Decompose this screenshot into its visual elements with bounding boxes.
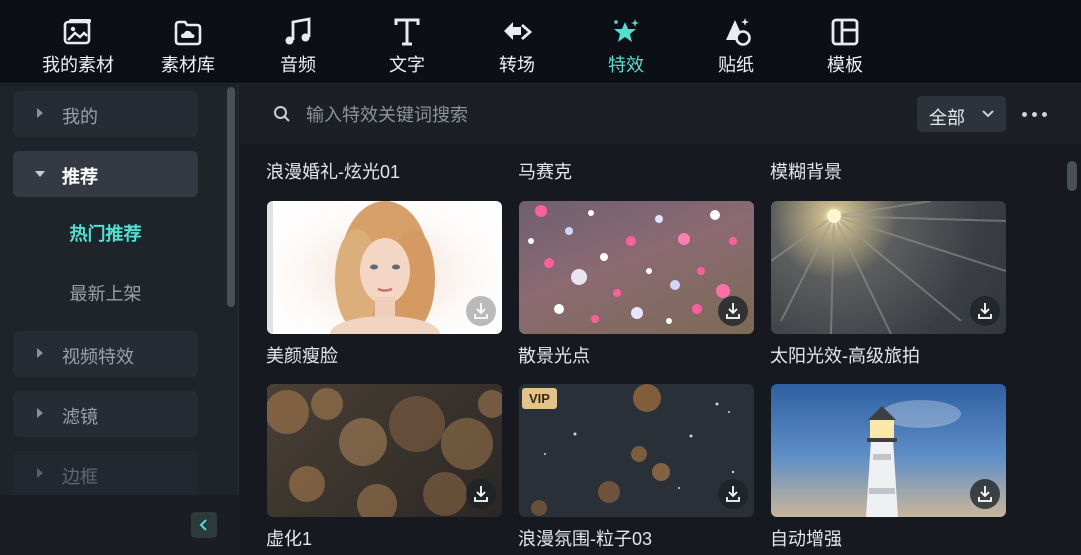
effect-caption: 虚化1 [266, 529, 313, 549]
tab-label: 贴纸 [718, 55, 754, 75]
effect-caption: 美颜瘦脸 [266, 346, 338, 366]
sidebar-item-mine[interactable]: 我的 [13, 91, 198, 137]
sidebar-scrollbar[interactable] [227, 87, 235, 307]
sidebar-subitem-new[interactable]: 最新上架 [13, 274, 198, 314]
effect-card-bokeh-dots[interactable] [519, 201, 754, 334]
tab-label: 特效 [608, 55, 644, 75]
effect-card-sun-rays[interactable] [771, 201, 1006, 334]
grid-scrollbar[interactable] [1067, 161, 1077, 191]
tab-text[interactable]: 文字 [357, 0, 457, 84]
search-icon [274, 106, 290, 122]
sidebar-item-recommended[interactable]: 推荐 [13, 151, 198, 197]
chevron-left-icon [199, 519, 207, 531]
music-note-icon [285, 17, 311, 45]
tab-sticker[interactable]: 贴纸 [686, 0, 786, 84]
caret-right-icon [37, 108, 43, 118]
effect-card-auto-enhance[interactable] [771, 384, 1006, 517]
download-button[interactable] [718, 479, 748, 509]
download-button[interactable] [970, 296, 1000, 326]
collapse-sidebar-button[interactable] [191, 512, 217, 538]
filter-value: 全部 [929, 108, 965, 128]
template-layout-icon [831, 18, 859, 46]
download-button[interactable] [466, 296, 496, 326]
chevron-down-icon [982, 110, 994, 118]
sidebar-item-label: 边框 [62, 467, 98, 487]
tab-effects[interactable]: 特效 [576, 0, 676, 84]
tab-label: 素材库 [161, 55, 215, 75]
sidebar-item-label: 我的 [62, 107, 98, 127]
sidebar-subitem-hot[interactable]: 热门推荐 [13, 214, 198, 254]
caret-right-icon [37, 408, 43, 418]
more-dots-icon [1032, 112, 1037, 117]
tab-my-media[interactable]: 我的素材 [28, 0, 128, 84]
download-icon [726, 486, 740, 502]
tab-label: 转场 [499, 55, 535, 75]
download-button[interactable] [466, 479, 496, 509]
sparkle-effects-icon [614, 19, 639, 42]
download-icon [474, 303, 488, 319]
tab-label: 文字 [389, 55, 425, 75]
caret-right-icon [37, 348, 43, 358]
effect-caption: 浪漫婚礼-炫光01 [266, 162, 401, 182]
caret-right-icon [37, 468, 43, 478]
more-options-button[interactable] [1020, 105, 1050, 123]
effect-caption: 自动增强 [770, 529, 842, 549]
cloud-library-icon [174, 20, 202, 46]
sidebar-item-label: 推荐 [62, 167, 98, 187]
more-dots-icon [1042, 112, 1047, 117]
download-icon [726, 303, 740, 319]
effect-caption: 马赛克 [518, 162, 572, 182]
download-button[interactable] [718, 296, 748, 326]
sidebar-item-borders[interactable]: 边框 [13, 451, 198, 497]
effect-card-blur[interactable] [267, 384, 502, 517]
download-icon [474, 486, 488, 502]
effect-caption: 模糊背景 [770, 162, 842, 182]
download-icon [978, 303, 992, 319]
my-media-icon [63, 19, 91, 45]
category-filter-dropdown[interactable]: 全部 [917, 96, 1006, 132]
text-t-icon [394, 18, 420, 46]
category-sidebar: 我的 推荐 热门推荐 最新上架 视频特效 滤镜 边框 [0, 85, 239, 555]
top-toolbar: 我的素材 素材库 音频 文字 转场 特效 贴纸 模板 [0, 0, 1081, 84]
tab-transition[interactable]: 转场 [467, 0, 567, 84]
more-dots-icon [1022, 112, 1027, 117]
download-icon [978, 486, 992, 502]
effect-card-beauty[interactable] [267, 201, 502, 334]
vip-badge: VIP [522, 388, 557, 409]
sidebar-item-label: 视频特效 [62, 347, 134, 367]
sidebar-item-filters[interactable]: 滤镜 [13, 391, 198, 437]
effect-card-particles[interactable]: VIP [519, 384, 754, 517]
search-bar: 全部 [240, 85, 1081, 144]
tab-label: 模板 [827, 55, 863, 75]
effects-panel: 全部 浪漫婚礼-炫光01 马赛克 模糊背景 [240, 85, 1081, 555]
transition-icon [504, 22, 533, 41]
sidebar-item-label: 滤镜 [62, 407, 98, 427]
tab-audio[interactable]: 音频 [248, 0, 348, 84]
effect-caption: 浪漫氛围-粒子03 [518, 529, 653, 549]
search-input[interactable] [306, 99, 866, 131]
tab-library[interactable]: 素材库 [138, 0, 238, 84]
effect-caption: 太阳光效-高级旅拍 [770, 346, 920, 366]
tab-label: 音频 [280, 55, 316, 75]
tab-label: 我的素材 [42, 55, 114, 75]
caret-down-icon [35, 171, 45, 177]
tab-template[interactable]: 模板 [795, 0, 895, 84]
download-button[interactable] [970, 479, 1000, 509]
sticker-icon [726, 18, 751, 46]
sidebar-footer [0, 495, 239, 555]
effect-caption: 散景光点 [518, 346, 590, 366]
sidebar-item-video-effects[interactable]: 视频特效 [13, 331, 198, 377]
